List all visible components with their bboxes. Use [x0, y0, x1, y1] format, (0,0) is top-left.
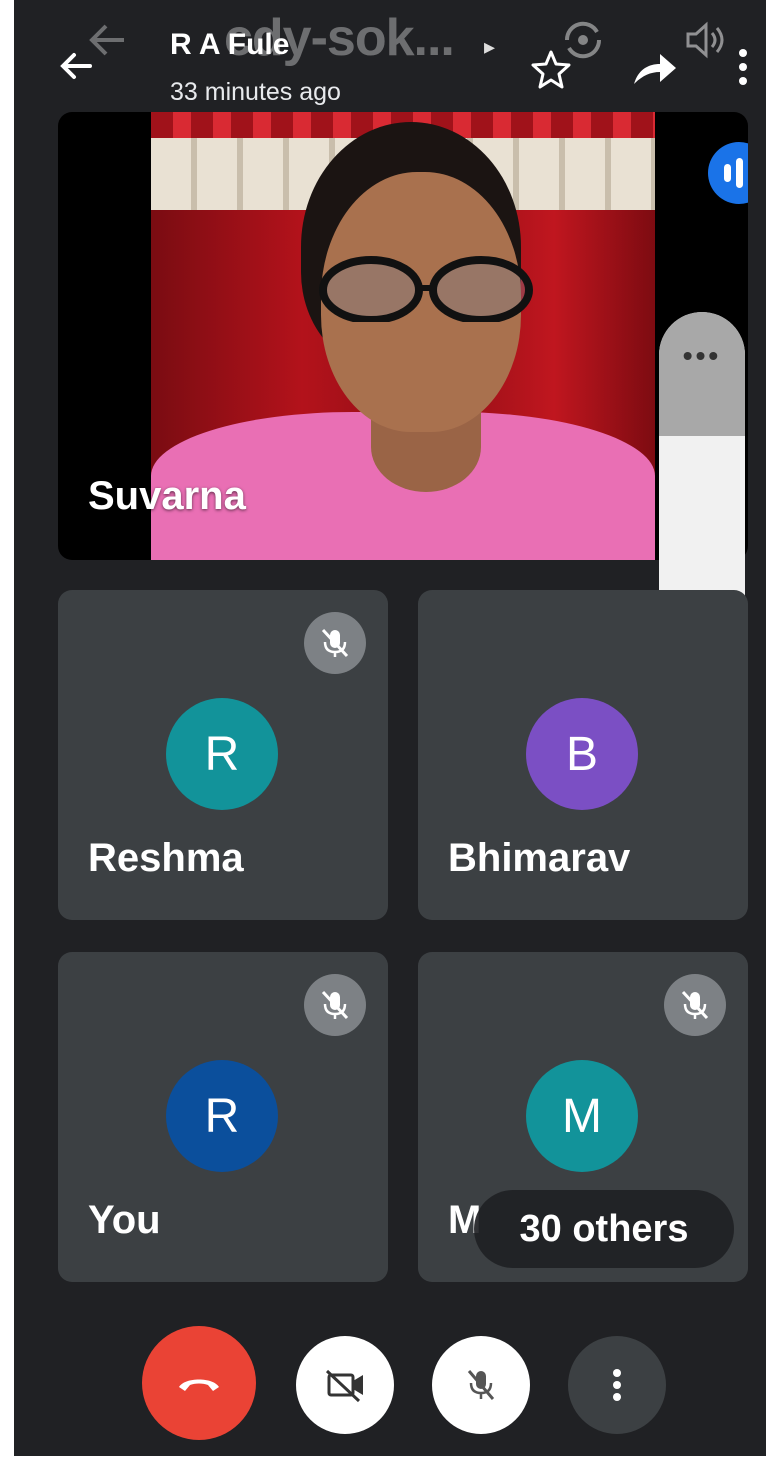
- main-video-tile[interactable]: Suvarna: [58, 112, 748, 560]
- video-subject-glasses: [319, 256, 533, 322]
- avatar: R: [166, 1060, 278, 1172]
- participant-tile[interactable]: B Bhimarav: [418, 590, 748, 920]
- speaker-icon[interactable]: [682, 20, 730, 60]
- chat-title: R A Fule: [170, 28, 290, 61]
- more-vert-icon: [613, 1369, 621, 1401]
- end-call-button[interactable]: [142, 1326, 256, 1440]
- avatar: M: [526, 1060, 638, 1172]
- star-icon[interactable]: [530, 48, 572, 90]
- mic-off-icon: [664, 974, 726, 1036]
- participant-name: You: [88, 1198, 161, 1242]
- mic-off-icon: [304, 974, 366, 1036]
- chat-subtitle: 33 minutes ago: [170, 78, 341, 106]
- back-arrow-icon[interactable]: [56, 46, 96, 86]
- mic-toggle-button[interactable]: [432, 1336, 530, 1434]
- participant-tile[interactable]: R You: [58, 952, 388, 1282]
- main-participant-name: Suvarna: [88, 474, 246, 518]
- side-panel-menu-icon[interactable]: •••: [659, 340, 745, 372]
- participant-tile[interactable]: R Reshma: [58, 590, 388, 920]
- share-icon[interactable]: [630, 50, 680, 88]
- more-vert-icon[interactable]: [734, 46, 752, 88]
- mic-off-icon: [467, 1370, 495, 1400]
- side-panel-header: [659, 312, 745, 436]
- participant-name: Reshma: [88, 836, 244, 880]
- camera-off-icon: [325, 1369, 363, 1403]
- more-options-button[interactable]: [568, 1336, 666, 1434]
- mic-off-icon: [304, 612, 366, 674]
- participant-name: Bhimarav: [448, 836, 631, 880]
- camera-toggle-button[interactable]: [296, 1336, 394, 1434]
- avatar: R: [166, 698, 278, 810]
- avatar: B: [526, 698, 638, 810]
- speaking-icon: [708, 142, 748, 204]
- call-screen: cdy-sok... R A Fule 33 minutes ago ▸ Suv…: [14, 0, 766, 1456]
- end-call-icon: [179, 1379, 219, 1391]
- others-button[interactable]: 30 others: [474, 1190, 734, 1268]
- caret-right-icon: ▸: [484, 34, 496, 59]
